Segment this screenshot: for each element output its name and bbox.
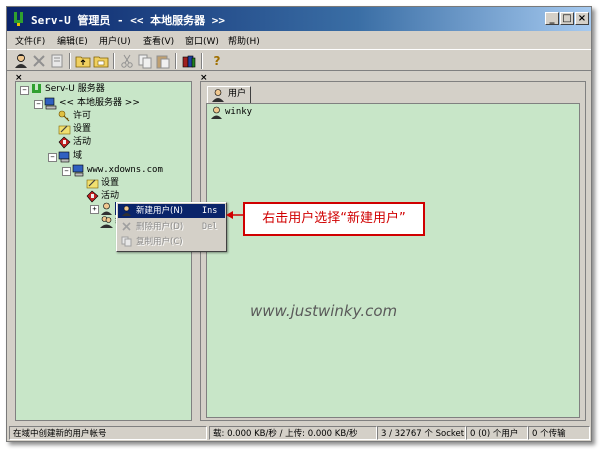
copy-icon[interactable] xyxy=(137,53,153,69)
cut-icon[interactable] xyxy=(119,53,135,69)
tree-label: 活动 xyxy=(73,137,92,147)
user-name: winky xyxy=(225,107,253,117)
up-folder-icon[interactable] xyxy=(75,53,91,69)
new-user-icon[interactable] xyxy=(13,53,29,69)
tree-label: www.xdowns.com xyxy=(87,165,163,175)
tab-users[interactable]: 用户 xyxy=(207,86,252,103)
context-menu: 新建用户(N) Ins 删除用户(D) Del 复制用户(C) xyxy=(116,202,227,252)
menu-help[interactable]: 帮助(H) xyxy=(228,34,260,47)
books-icon[interactable] xyxy=(181,53,197,69)
folder-icon[interactable] xyxy=(93,53,109,69)
help-icon[interactable]: ? xyxy=(209,53,225,69)
menu-item-new-user[interactable]: 新建用户(N) Ins xyxy=(118,204,225,218)
user-icon xyxy=(211,106,222,119)
title-bar[interactable]: Serv-U 管理员 - << 本地服务器 >> _ □ × xyxy=(7,7,591,31)
serv-u-app-icon xyxy=(14,12,23,26)
menu-item-label: 删除用户(D) xyxy=(136,222,184,232)
close-button[interactable]: × xyxy=(575,12,589,25)
status-bar: 在域中创建新的用户帐号 载: 0.000 KB/秒 / 上传: 0.000 KB… xyxy=(7,425,591,441)
tree-label: 设置 xyxy=(73,124,92,134)
tree-expander[interactable]: − xyxy=(34,100,43,109)
status-hint: 在域中创建新的用户帐号 xyxy=(9,426,207,440)
tree-label: 域 xyxy=(73,151,83,161)
minimize-button[interactable]: _ xyxy=(545,12,559,25)
settings-icon xyxy=(58,125,71,135)
serv-u-icon xyxy=(32,84,41,93)
list-item-user[interactable]: winky xyxy=(210,106,253,119)
menu-file[interactable]: 文件(F) xyxy=(15,34,45,47)
window-title: Serv-U 管理员 - << 本地服务器 >> xyxy=(31,14,225,27)
activity-icon xyxy=(86,190,99,203)
tree-expander[interactable]: + xyxy=(90,205,99,214)
toolbar-separator xyxy=(201,53,203,69)
tree-expander[interactable]: − xyxy=(62,167,71,176)
toolbar-separator xyxy=(69,53,71,69)
menu-item-shortcut: Del xyxy=(202,222,218,232)
watermark: www.justwinky.com xyxy=(250,302,398,320)
server-computer-icon xyxy=(44,97,57,110)
copy-icon xyxy=(121,236,132,247)
toolbar: ? xyxy=(7,49,591,71)
status-users: 0 (0) 个用户 xyxy=(466,426,528,440)
domain-computer-icon xyxy=(72,164,84,177)
menu-item-shortcut: Ins xyxy=(202,206,218,216)
tree-label: Serv-U 服务器 xyxy=(45,84,105,94)
new-user-icon xyxy=(122,205,131,216)
activity-icon xyxy=(58,136,71,149)
tab-label: 用户 xyxy=(228,89,247,99)
users-icon xyxy=(101,202,112,215)
settings-icon xyxy=(86,179,99,189)
maximize-button[interactable]: □ xyxy=(560,12,574,25)
menu-item-delete-user[interactable]: 删除用户(D) Del xyxy=(118,220,225,234)
tree-label: 设置 xyxy=(101,178,120,188)
status-sockets: 3 / 32767 个 Socket xyxy=(377,426,466,440)
delete-icon[interactable] xyxy=(31,53,47,69)
status-transfers: 0 个传输 xyxy=(528,426,590,440)
menu-bar: 文件(F) 编辑(E) 用户(U) 查看(V) 窗口(W) 帮助(H) xyxy=(7,31,591,49)
menu-edit[interactable]: 编辑(E) xyxy=(57,34,88,47)
user-icon xyxy=(212,89,224,102)
menu-window[interactable]: 窗口(W) xyxy=(185,34,219,47)
status-traffic: 载: 0.000 KB/秒 / 上传: 0.000 KB/秒 xyxy=(209,426,377,440)
menu-item-copy-user[interactable]: 复制用户(C) xyxy=(118,235,225,249)
menu-user[interactable]: 用户(U) xyxy=(99,34,131,47)
menu-view[interactable]: 查看(V) xyxy=(143,34,174,47)
tree-label: << 本地服务器 >> xyxy=(59,98,140,108)
paste-icon[interactable] xyxy=(155,53,171,69)
key-icon xyxy=(58,110,70,122)
user-list[interactable]: winky xyxy=(206,103,580,418)
toolbar-separator xyxy=(113,53,115,69)
annotation-callout: 右击用户选择“新建用户” xyxy=(243,202,425,236)
menu-item-label: 复制用户(C) xyxy=(136,237,183,247)
delete-icon xyxy=(122,222,131,231)
tree-expander[interactable]: − xyxy=(20,86,29,95)
properties-icon[interactable] xyxy=(49,53,65,69)
tree-expander[interactable]: − xyxy=(48,153,57,162)
users-pane: 用户 winky xyxy=(200,81,586,421)
domains-icon xyxy=(58,151,70,163)
menu-item-label: 新建用户(N) xyxy=(136,206,183,216)
tree-label: 许可 xyxy=(73,111,92,121)
groups-icon xyxy=(100,216,113,228)
toolbar-separator xyxy=(175,53,177,69)
